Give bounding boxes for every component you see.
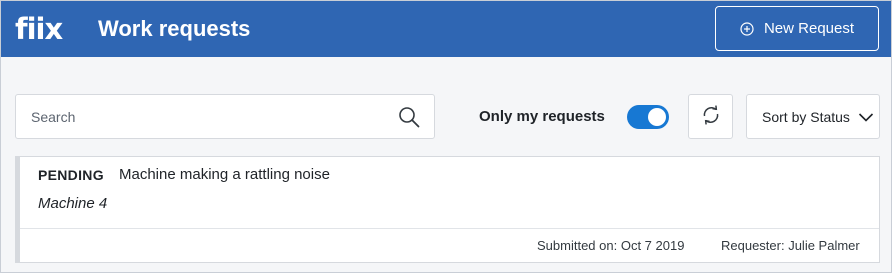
top-header: fiix Work requests New Request: [1, 1, 891, 57]
search-input[interactable]: [16, 95, 386, 138]
asset-name: Machine 4: [38, 195, 108, 212]
search-box: [15, 94, 435, 139]
only-my-requests-label: Only my requests: [479, 108, 605, 125]
page-title: Work requests: [98, 16, 251, 41]
refresh-icon: [700, 104, 722, 129]
requester-name: Requester: Julie Palmer: [721, 238, 860, 253]
sort-dropdown[interactable]: Sort by Status: [746, 94, 880, 139]
toggle-knob: [648, 108, 666, 126]
submitted-date: Submitted on: Oct 7 2019: [537, 238, 685, 253]
fiix-logo[interactable]: fiix: [15, 13, 63, 45]
sort-label: Sort by Status: [762, 108, 850, 125]
app-frame: fiix Work requests New Request Only my r…: [0, 0, 892, 273]
request-title: Machine making a rattling noise: [119, 166, 330, 183]
status-label: PENDING: [38, 167, 104, 183]
request-card[interactable]: PENDING Machine making a rattling noise …: [15, 156, 880, 263]
new-request-button[interactable]: New Request: [715, 6, 879, 51]
search-icon[interactable]: [398, 106, 420, 133]
refresh-button[interactable]: [688, 94, 733, 139]
plus-circle-icon: [740, 21, 754, 36]
only-my-requests-toggle[interactable]: [627, 105, 669, 129]
card-divider: [20, 228, 879, 229]
chevron-down-icon: [858, 109, 874, 125]
new-request-label: New Request: [763, 20, 855, 37]
